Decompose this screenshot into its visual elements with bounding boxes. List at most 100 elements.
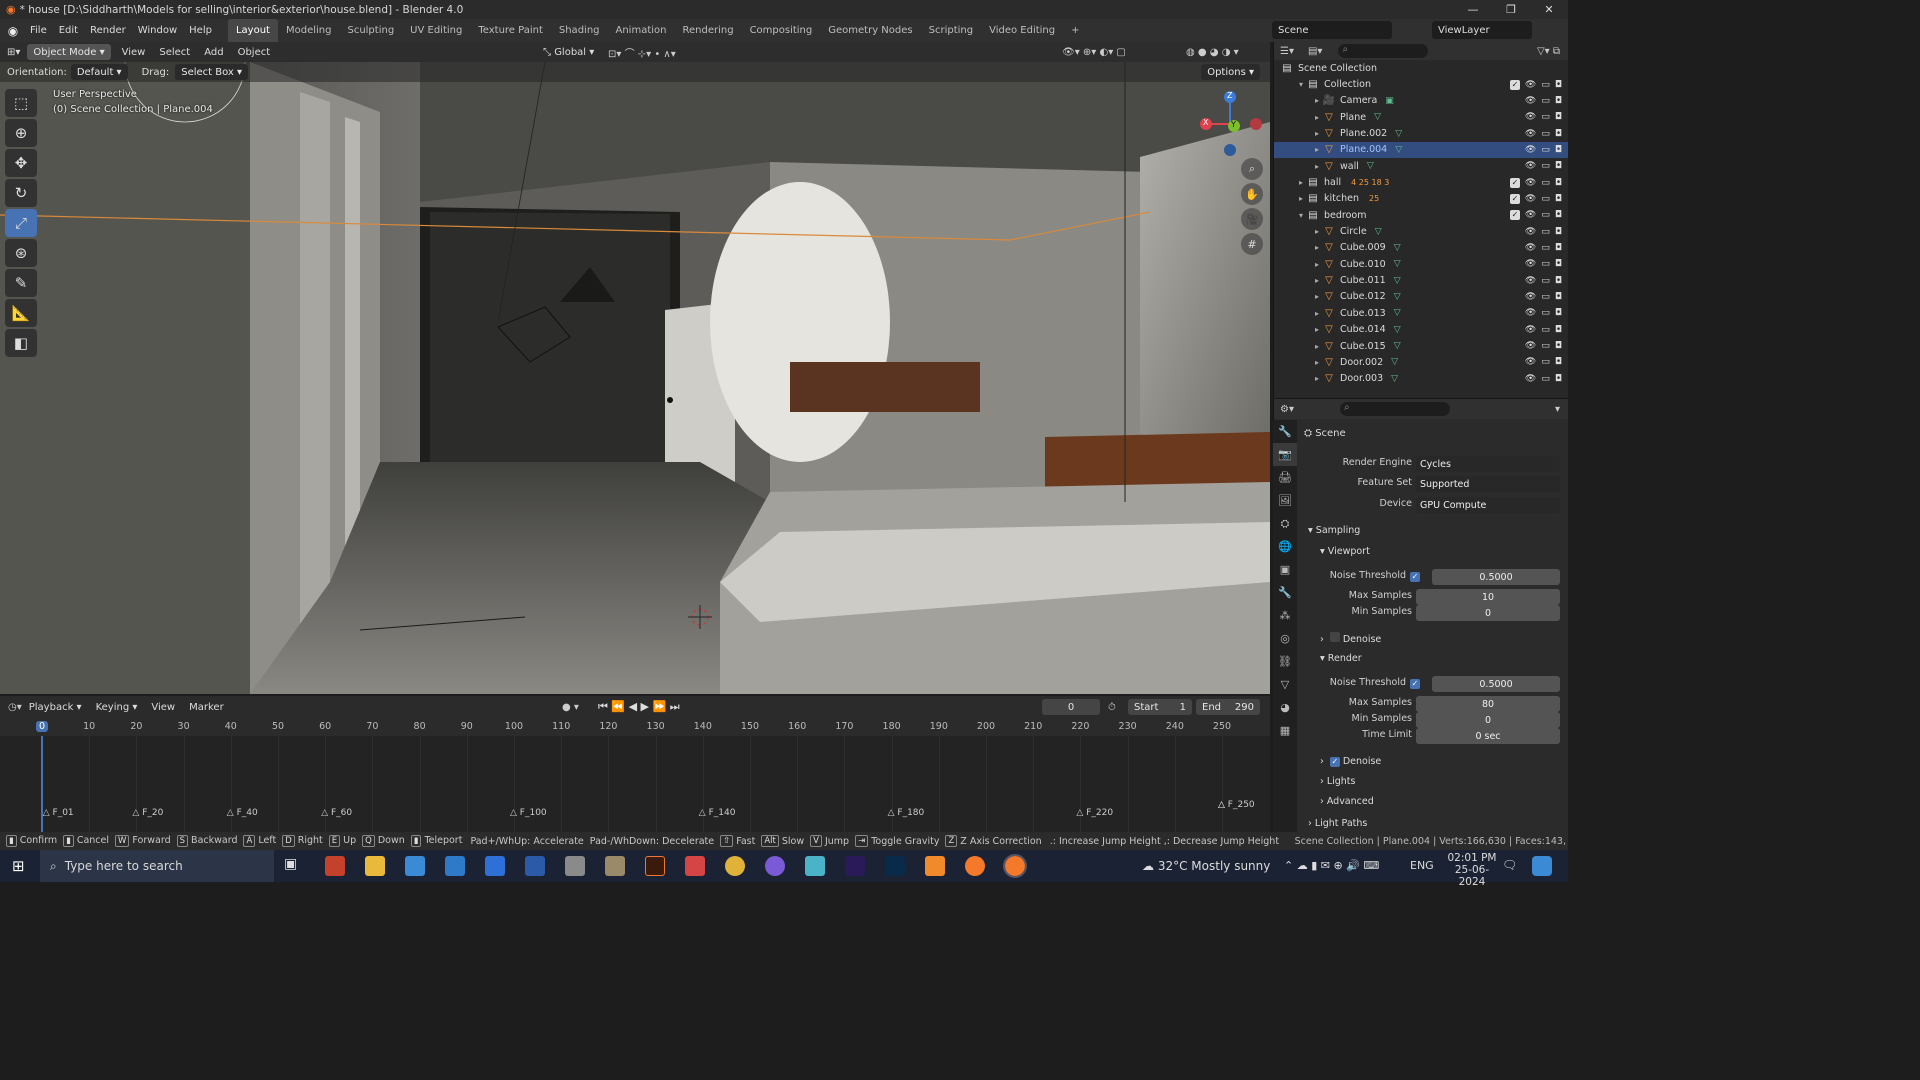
expand-arrow-icon[interactable]: ▸	[1312, 145, 1322, 154]
timeline-marker[interactable]: △ F_60	[321, 808, 352, 818]
scene-selector[interactable]: Scene	[1272, 21, 1392, 39]
outliner-row[interactable]: ▸ ▽ Door.002 ▽ 👁 ▭ ◘	[1274, 354, 1568, 370]
visibility-toggles[interactable]: 👁 ▭ ◘	[1525, 145, 1562, 155]
eye-icon[interactable]: 👁	[1525, 161, 1536, 171]
outliner-row[interactable]: ▸ ▽ Door.003 ▽ 👁 ▭ ◘	[1274, 371, 1568, 387]
powerpoint-icon[interactable]	[325, 856, 345, 876]
eye-icon[interactable]: 👁	[1525, 357, 1536, 367]
visibility-toggles[interactable]: 👁 ▭ ◘	[1525, 96, 1562, 106]
word-icon[interactable]	[525, 856, 545, 876]
render-tab-icon[interactable]: 📷	[1273, 443, 1297, 466]
editor-type-icon[interactable]: ⊞▾	[0, 47, 27, 58]
expand-arrow-icon[interactable]: ▸	[1312, 292, 1322, 301]
monitor-icon[interactable]: ▭	[1541, 357, 1550, 367]
visibility-toggles[interactable]: 👁 ▭ ◘	[1525, 227, 1562, 237]
weather-widget[interactable]: ☁ 32°C Mostly sunny	[1142, 859, 1270, 873]
measure-tool-icon[interactable]: 📐	[5, 299, 37, 327]
zoom-icon[interactable]: ⌕	[1241, 158, 1263, 180]
render-camera-icon[interactable]: ◘	[1555, 210, 1562, 220]
autokey-icon[interactable]: ● ▾	[562, 702, 579, 713]
timeline-marker[interactable]: △ F_180	[888, 808, 925, 818]
preview-range-icon[interactable]: ⏱	[1108, 702, 1116, 713]
world-tab-icon[interactable]: 🌐	[1273, 535, 1297, 558]
menu-select[interactable]: Select	[152, 47, 197, 58]
eye-icon[interactable]: 👁	[1525, 210, 1536, 220]
filter-icon[interactable]: ▽▾ ⧉	[1537, 46, 1560, 57]
r-denoise-checkbox[interactable]: ✓	[1329, 757, 1340, 767]
add-workspace-icon[interactable]: +	[1063, 19, 1087, 42]
visibility-toggles[interactable]: 👁 ▭ ◘	[1525, 308, 1562, 318]
object-tab-icon[interactable]: ▣	[1273, 558, 1297, 581]
eye-icon[interactable]: 👁	[1525, 96, 1536, 106]
visibility-toggles[interactable]: 👁 ▭ ◘	[1525, 341, 1562, 351]
minimize-icon[interactable]: —	[1454, 0, 1492, 19]
monitor-icon[interactable]: ▭	[1541, 80, 1550, 90]
outliner-row[interactable]: ▸ ▤ hall 4 25 18 3 ✓ 👁 ▭ ◘	[1274, 174, 1568, 190]
photoshop-icon[interactable]	[885, 856, 905, 876]
timeline-editor-icon[interactable]: ◷▾	[8, 702, 22, 713]
expand-arrow-icon[interactable]: ▸	[1312, 276, 1322, 285]
expand-arrow-icon[interactable]: ▾	[1296, 80, 1306, 89]
outliner-row[interactable]: ▸ ▽ Cube.015 ▽ 👁 ▭ ◘	[1274, 338, 1568, 354]
expand-arrow-icon[interactable]: ▸	[1312, 309, 1322, 318]
render-camera-icon[interactable]: ◘	[1555, 194, 1562, 204]
render-camera-icon[interactable]: ◘	[1555, 243, 1562, 253]
mail-icon[interactable]	[405, 856, 425, 876]
current-frame-field[interactable]: 0	[1042, 699, 1100, 715]
visibility-toggles[interactable]: 👁 ▭ ◘	[1525, 374, 1562, 384]
monitor-icon[interactable]: ▭	[1541, 194, 1550, 204]
timeline-marker[interactable]: △ F_01	[43, 808, 74, 818]
eye-icon[interactable]: 👁	[1525, 80, 1536, 90]
vlc-icon[interactable]	[925, 856, 945, 876]
tab-rendering[interactable]: Rendering	[674, 19, 741, 42]
menu-edit[interactable]: Edit	[53, 19, 84, 42]
3d-viewport[interactable]: Orientation: Default ▾ Drag: Select Box …	[0, 62, 1270, 694]
exclude-checkbox[interactable]: ✓	[1509, 79, 1520, 90]
display-mode-icon[interactable]: ▤▾	[1308, 46, 1322, 57]
tab-shading[interactable]: Shading	[551, 19, 608, 42]
menu-file[interactable]: File	[24, 19, 53, 42]
render-camera-icon[interactable]: ◘	[1555, 357, 1562, 367]
monitor-icon[interactable]: ▭	[1541, 145, 1550, 155]
eye-icon[interactable]: 👁	[1525, 194, 1536, 204]
app-icon-10[interactable]	[685, 856, 705, 876]
taskbar-search[interactable]: ⌕ Type here to search	[40, 850, 274, 882]
render-camera-icon[interactable]: ◘	[1555, 80, 1562, 90]
close-icon[interactable]: ✕	[1530, 0, 1568, 19]
eye-icon[interactable]: 👁	[1525, 325, 1536, 335]
premiere-icon[interactable]	[845, 856, 865, 876]
outliner-row[interactable]: ▸ ▤ kitchen 25 ✓ 👁 ▭ ◘	[1274, 191, 1568, 207]
visibility-toggles[interactable]: 👁 ▭ ◘	[1525, 292, 1562, 302]
select-box-tool-icon[interactable]: ⬚	[5, 89, 37, 117]
monitor-icon[interactable]: ▭	[1541, 341, 1550, 351]
monitor-icon[interactable]: ▭	[1541, 292, 1550, 302]
monitor-icon[interactable]: ▭	[1541, 374, 1550, 384]
clock[interactable]: 02:01 PM 25-06-2024	[1442, 852, 1502, 888]
pan-hand-icon[interactable]: ✋	[1241, 183, 1263, 205]
particles-tab-icon[interactable]: ⁂	[1273, 604, 1297, 627]
r-time-limit-field[interactable]: 0 sec	[1416, 728, 1560, 744]
outliner-row[interactable]: ▸ ▽ Plane ▽ 👁 ▭ ◘	[1274, 109, 1568, 125]
blender-active-taskbar-icon[interactable]	[1003, 854, 1027, 878]
expand-arrow-icon[interactable]: ▸	[1312, 260, 1322, 269]
monitor-icon[interactable]: ▭	[1541, 178, 1550, 188]
blender-taskbar-icon[interactable]	[965, 856, 985, 876]
eye-icon[interactable]: 👁	[1525, 374, 1536, 384]
move-tool-icon[interactable]: ✥	[5, 149, 37, 177]
render-camera-icon[interactable]: ◘	[1555, 129, 1562, 139]
visibility-toggles[interactable]: 👁 ▭ ◘	[1525, 129, 1562, 139]
eye-icon[interactable]: 👁	[1525, 341, 1536, 351]
expand-arrow-icon[interactable]: ▸	[1312, 325, 1322, 334]
monitor-icon[interactable]: ▭	[1541, 243, 1550, 253]
end-frame-field[interactable]: End 290	[1196, 699, 1260, 715]
drag-dropdown[interactable]: Select Box ▾	[175, 64, 249, 80]
sampling-section[interactable]: ▾ Sampling	[1308, 525, 1360, 536]
task-view-icon[interactable]: ▣	[284, 856, 304, 876]
cursor-tool-icon[interactable]: ⊕	[5, 119, 37, 147]
start-frame-field[interactable]: Start 1	[1128, 699, 1192, 715]
outliner-row[interactable]: ▸ ▽ Circle ▽ 👁 ▭ ◘	[1274, 223, 1568, 239]
constraints-tab-icon[interactable]: ⛓	[1273, 650, 1297, 673]
render-camera-icon[interactable]: ◘	[1555, 308, 1562, 318]
outliner-row[interactable]: ▸ ▽ Cube.011 ▽ 👁 ▭ ◘	[1274, 272, 1568, 288]
render-camera-icon[interactable]: ◘	[1555, 227, 1562, 237]
